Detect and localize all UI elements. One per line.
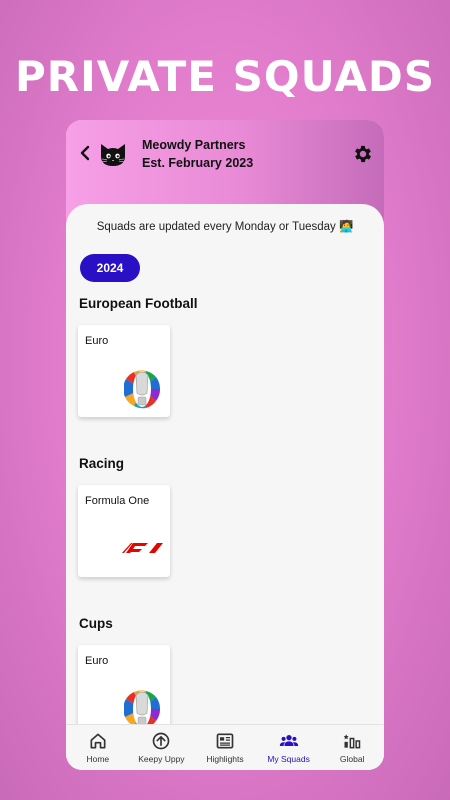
card-label: Formula One [85,495,150,507]
bottom-tab-bar: Home Keepy Uppy Highlights My Squads Glo… [66,724,384,770]
tab-label: My Squads [267,754,310,764]
tab-label: Keepy Uppy [138,754,185,764]
people-icon [279,735,298,746]
tab-label: Highlights [206,754,244,764]
team-established: Est. February 2023 [142,156,254,170]
tab-label: Global [339,754,365,764]
card-label: Euro [85,655,109,667]
update-notice: Squads are updated every Monday or Tuesd… [96,221,354,233]
phone-screen: Meowdy Partners Est. February 2023 Squad… [66,120,384,770]
tab-highlights[interactable]: Highlights [193,725,257,770]
squad-card-formula-one[interactable]: Formula One [78,485,170,577]
team-name: Meowdy Partners [142,138,246,152]
card-label: Euro [85,335,109,347]
back-button[interactable] [74,142,96,164]
gear-icon[interactable] [352,143,374,165]
tab-home[interactable]: Home [66,725,130,770]
f1-logo-icon [122,543,163,553]
chevron-left-icon [80,145,90,161]
year-filter-pill[interactable]: 2024 [80,254,140,282]
leaderboard-icon [343,734,361,749]
squads-content[interactable]: Squads are updated every Monday or Tuesd… [66,204,384,724]
arrow-up-circle-icon [153,732,170,750]
tab-label: Home [86,754,110,764]
tab-my-squads[interactable]: My Squads [257,725,321,770]
promo-title: PRIVATE SQUADS [15,52,435,101]
tab-keepy-uppy[interactable]: Keepy Uppy [130,725,194,770]
euro-trophy-icon [124,370,160,409]
cat-logo-icon [101,144,125,166]
newspaper-icon [216,733,234,749]
tab-global[interactable]: Global [320,725,384,770]
section-title: Racing [79,456,125,471]
home-icon [90,733,106,749]
squad-card-euro[interactable]: Euro [78,325,170,417]
euro-trophy-icon [124,690,160,724]
section-title: Cups [79,616,113,631]
section-title: European Football [79,296,198,311]
squad-card-cups-euro[interactable]: Euro [78,645,170,724]
